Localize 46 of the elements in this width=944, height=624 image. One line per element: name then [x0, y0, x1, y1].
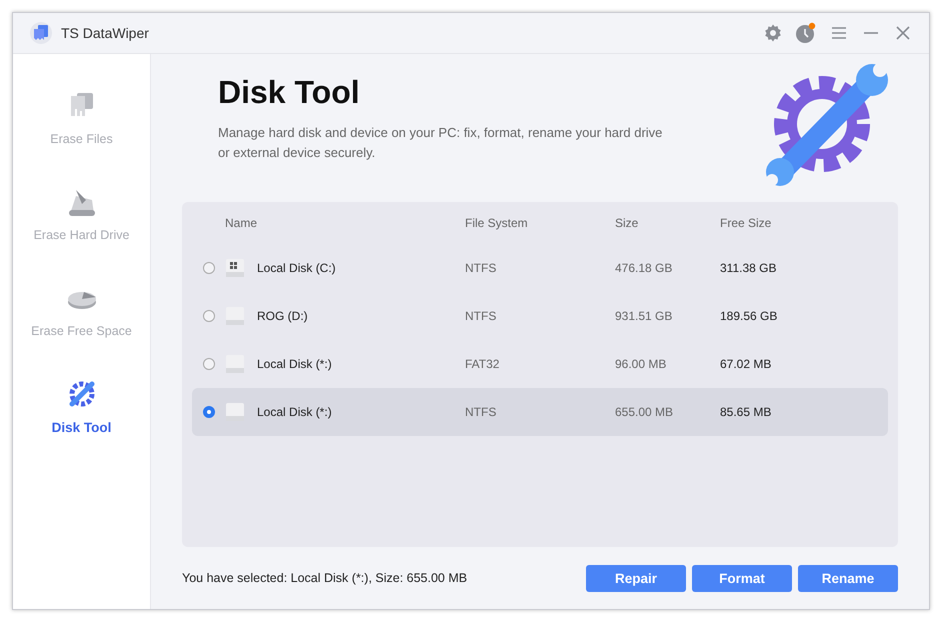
column-header: Size — [615, 216, 640, 230]
disk-row[interactable]: Local Disk (C:) NTFS 476.18 GB 311.38 GB — [192, 244, 888, 292]
radio-button[interactable] — [202, 406, 214, 418]
app-logo-icon — [29, 21, 53, 45]
action-button[interactable]: Format — [692, 564, 792, 592]
sidebar-item[interactable]: Erase Hard Drive — [13, 166, 150, 262]
table-cell-text: 311.38 GB — [720, 261, 778, 275]
page-description: Manage hard disk and device on your PC: fix, format, rename your hard drive or external device securely. — [218, 124, 664, 162]
table-cell-text: NTFS — [465, 261, 498, 275]
table-cell-text: 931.51 GB — [615, 309, 674, 323]
table-cell-text: 96.00 MB — [615, 357, 668, 371]
table-cell-text: NTFS — [465, 405, 498, 419]
radio-button[interactable] — [202, 310, 214, 322]
selection-status: You have selected: Local Disk (*:), Size: 655.00 MB — [182, 571, 468, 585]
drive-icon — [225, 354, 245, 374]
page-title: Disk Tool — [218, 74, 361, 111]
disk-name: ROG (D:) — [257, 309, 308, 323]
system-drive-icon — [225, 258, 245, 278]
column-header: Free Size — [720, 216, 772, 230]
action-button[interactable]: Repair — [586, 564, 686, 592]
table-cell-text: 655.00 MB — [615, 405, 674, 419]
action-button[interactable]: Rename — [798, 564, 898, 592]
drive-icon — [225, 306, 245, 326]
table-cell-text: 476.18 GB — [615, 261, 674, 275]
settings-icon[interactable] — [763, 23, 783, 43]
table-cell-text: 189.56 GB — [720, 309, 778, 323]
table-cell-text: FAT32 — [465, 357, 500, 371]
drive-icon — [225, 402, 245, 422]
history-icon[interactable] — [795, 22, 817, 44]
radio-button[interactable] — [202, 358, 214, 370]
sidebar-item[interactable]: Erase Free Space — [13, 262, 150, 358]
window-title: TS DataWiper — [61, 25, 149, 41]
sidebar-item[interactable]: Disk Tool — [13, 358, 150, 454]
disk-row[interactable]: Local Disk (*:) NTFS 655.00 MB 85.65 MB — [192, 388, 888, 436]
radio-button[interactable] — [202, 262, 214, 274]
disk-name: Local Disk (*:) — [257, 405, 332, 419]
column-header: Name — [225, 216, 258, 230]
column-header: File System — [465, 216, 529, 230]
table-cell-text: 67.02 MB — [720, 357, 772, 371]
disk-row[interactable]: Local Disk (*:) FAT32 96.00 MB 67.02 MB — [192, 340, 888, 388]
table-cell-text: 85.65 MB — [720, 405, 772, 419]
disk-row[interactable]: ROG (D:) NTFS 931.51 GB 189.56 GB — [192, 292, 888, 340]
table-cell-text: NTFS — [465, 309, 498, 323]
disk-name: Local Disk (*:) — [257, 357, 332, 371]
disk-name: Local Disk (C:) — [257, 261, 336, 275]
sidebar-item[interactable]: Erase Files — [13, 70, 150, 166]
